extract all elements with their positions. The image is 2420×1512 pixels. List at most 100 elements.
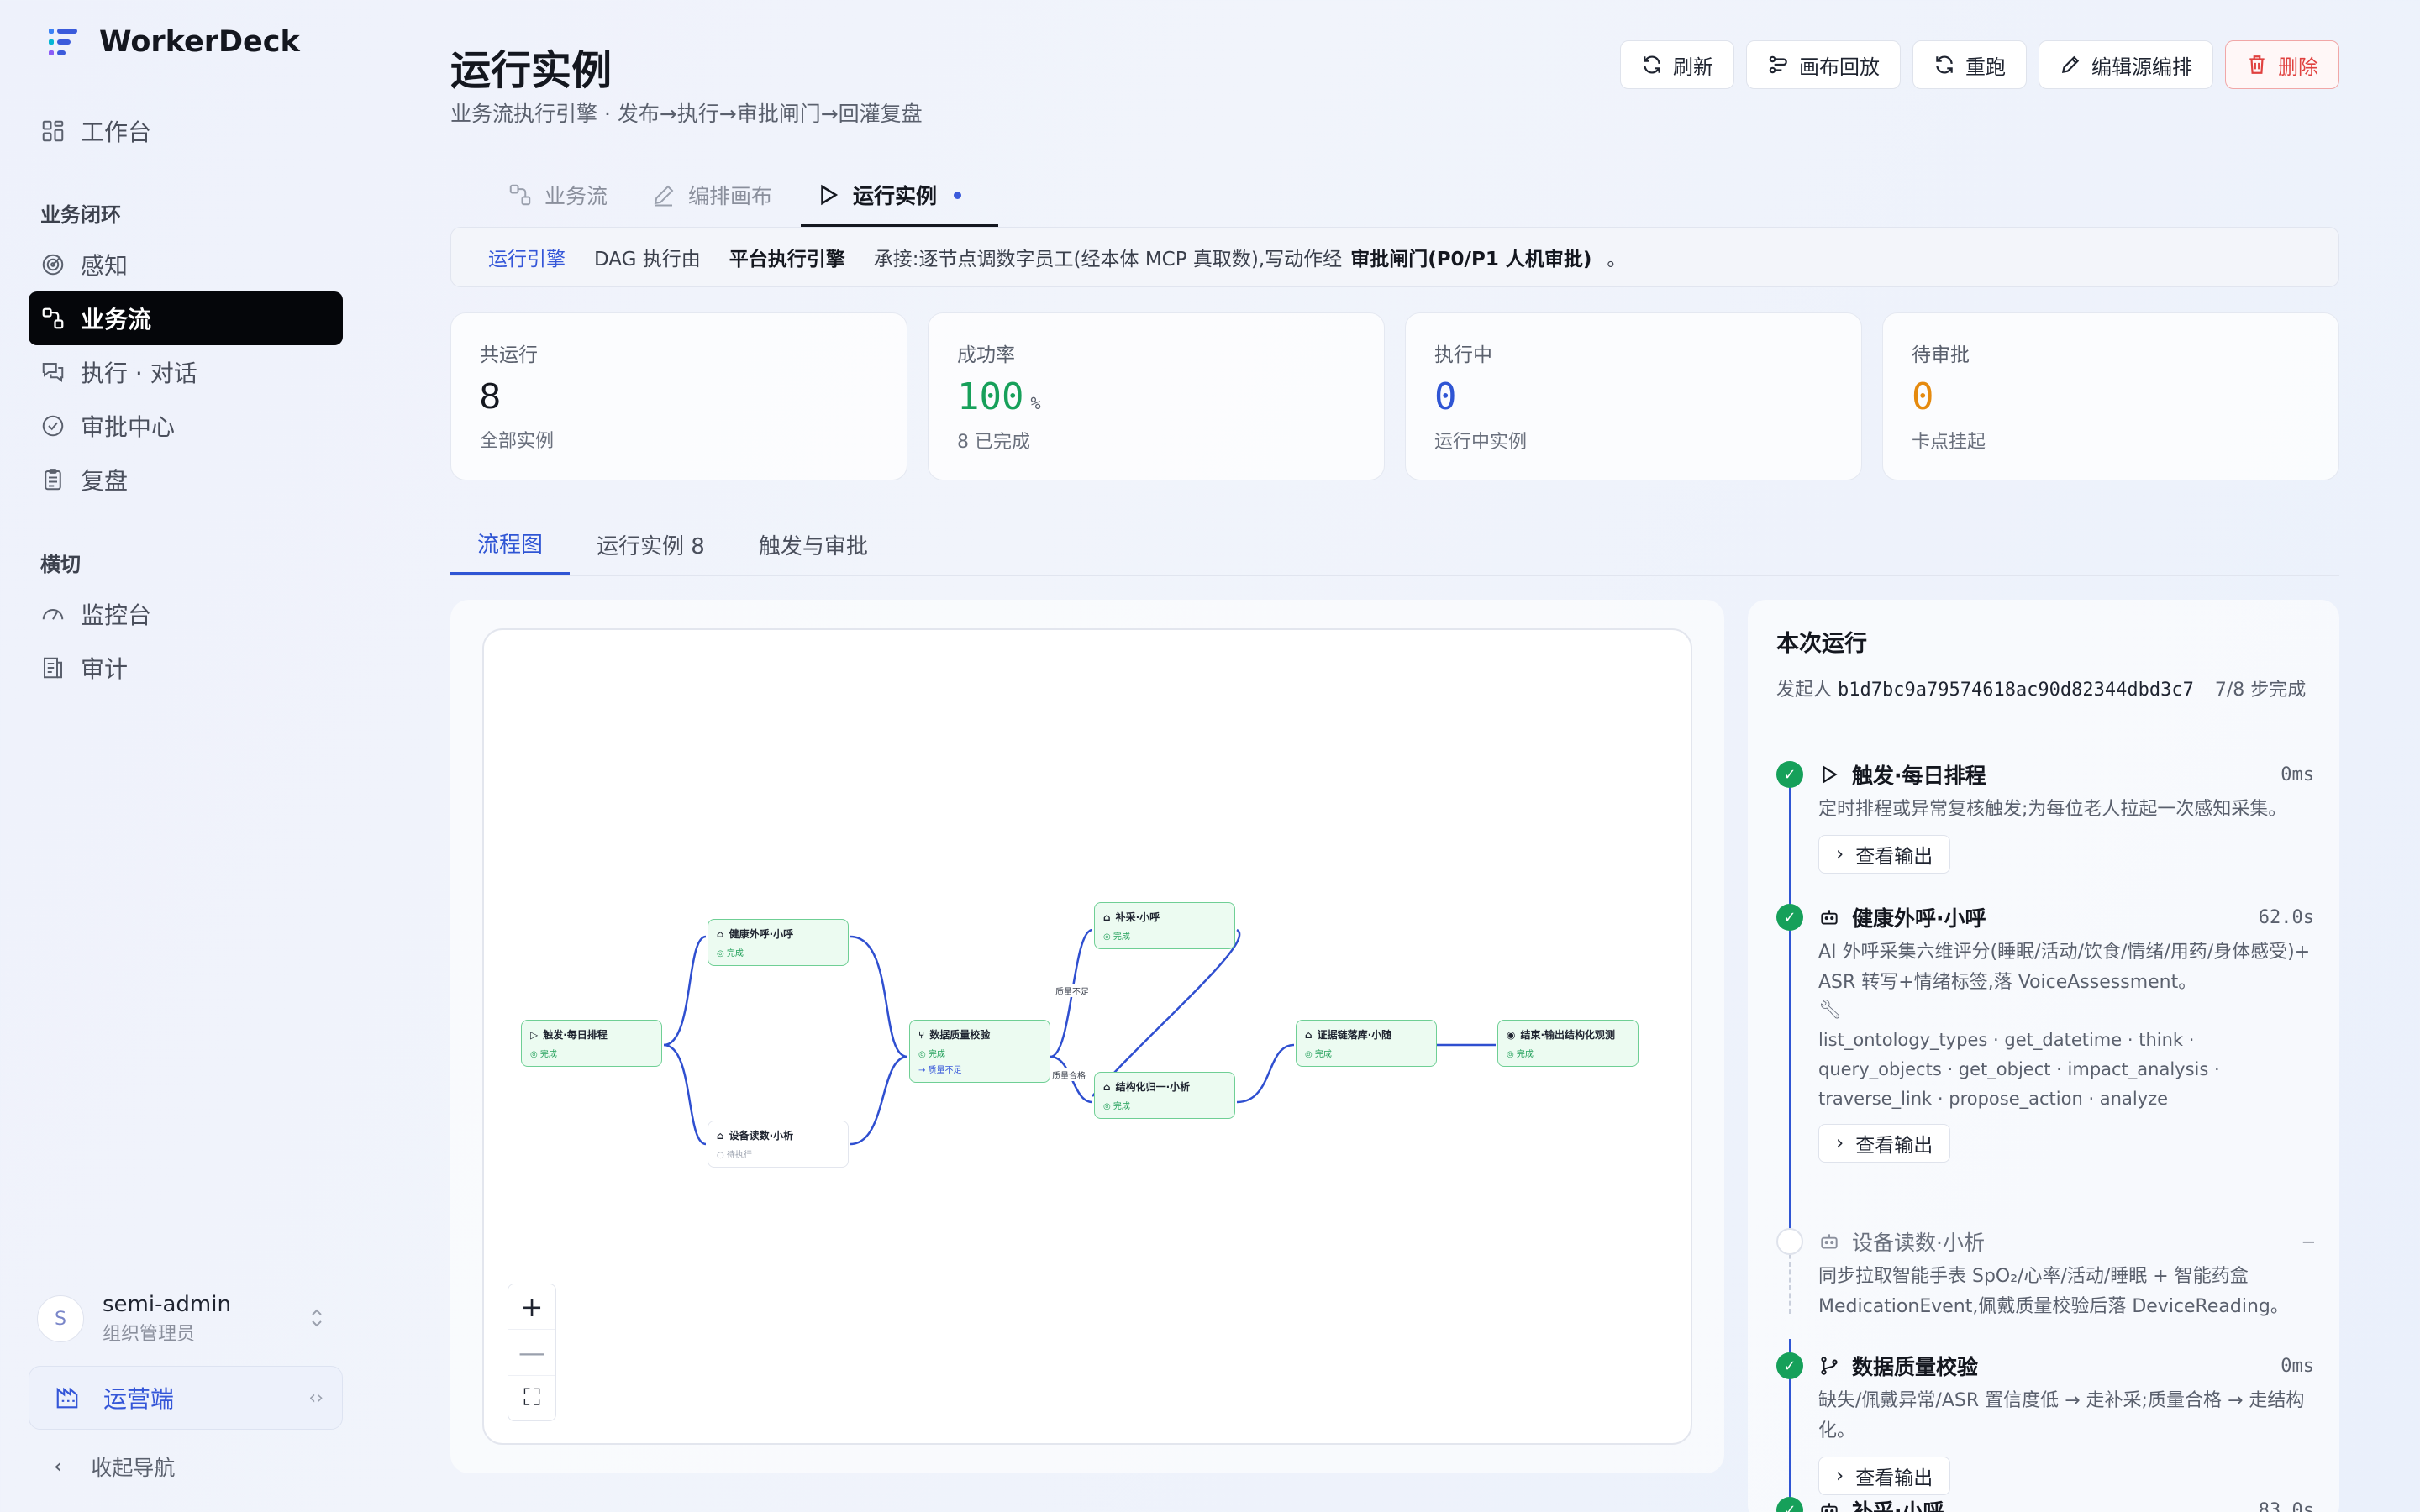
stat-value: 8 [480,375,878,417]
banner-bold-1: 平台执行引擎 [729,249,845,270]
nav-workbench[interactable]: 工作台 [29,104,343,158]
play-icon [1823,765,1838,784]
run-title: 本次运行 [1776,631,1867,657]
nav-business-flow[interactable]: 业务流 [29,291,343,345]
banner-text-1: DAG 执行由 [594,249,701,270]
node-title: ▷ 触发·每日排程 [530,1027,653,1042]
step-name: 健康外呼·小呼 [1852,906,1986,931]
node-title: ⌂ 结构化归一·小析 [1103,1079,1226,1094]
step-duration: 0ms [2281,1355,2314,1377]
top-tabs: 业务流 编排画布 运行实例 [501,165,999,227]
user-menu[interactable]: S semi-admin 组织管理员 [29,1285,343,1352]
flow-node-normalize[interactable]: ⌂ 结构化归一·小析 ◎ 完成 [1094,1072,1235,1119]
node-status-text: 完成 [928,1050,945,1059]
fit-view-button[interactable]: ⛶ [508,1376,555,1420]
nav-review[interactable]: 复盘 [29,453,343,507]
flow-node-quality-check[interactable]: ⑂ 数据质量校验 ◎ 完成 → 质量不足 [909,1020,1050,1083]
tab-canvas-label: 编排画布 [688,184,773,208]
node-title: ⑂ 数据质量校验 [918,1027,1041,1042]
tab-run-list[interactable]: 运行实例 8 [570,514,732,575]
stat-label: 共运行 [480,344,538,366]
nav-execution-chat[interactable]: 执行 · 对话 [29,345,343,399]
edge-call-check [850,935,908,1058]
run-meta: 发起人 b1d7bc9a79574618ac90d82344dbd3c7 7/8… [1776,675,2311,701]
node-title-text: 健康外呼·小呼 [729,928,794,940]
tab-business-flow[interactable]: 业务流 [501,165,644,225]
page-title: 运行实例 [450,47,613,94]
nav-monitor[interactable]: 监控台 [29,587,343,641]
stat-success-rate: 成功率 100% 8 已完成 [928,312,1385,480]
stat-value: 0 [1434,375,1833,418]
zoom-controls: + — ⛶ [508,1284,556,1421]
nav-audit-label: 审计 [81,655,129,683]
nav-audit[interactable]: 审计 [29,641,343,695]
radar-icon [42,254,64,276]
step-item: ✓ 触发·每日排程 0ms 定时排程或异常复核触发;为每位老人拉起一次感知采集。… [1776,759,2314,874]
ops-console-label: 运营端 [103,1385,175,1413]
edit-source-button[interactable]: 编辑源编排 [2039,40,2213,89]
flow-canvas[interactable]: 质量不足 质量合格 ▷ 触发·每日排程 ◎ 完成 ⌂ 健康外呼·小呼 ◎ 完成 ⌂ 设… [482,628,1692,1445]
nav-approval-center-label: 审批中心 [81,413,176,441]
stat-pending-approval: 待审批 0 卡点挂起 [1882,312,2339,480]
tab-canvas[interactable]: 编排画布 [644,165,809,225]
tab-run-instances[interactable]: 运行实例 [801,165,999,227]
wrench-icon: 🔧︎ [1818,1000,1842,1021]
robot-icon [1821,1234,1838,1249]
check-circle-icon [42,415,64,437]
check-icon: ✓ [1776,1352,1803,1379]
tab-trigger-approval[interactable]: 触发与审批 [732,514,895,575]
flow-node-health-call[interactable]: ⌂ 健康外呼·小呼 ◎ 完成 [708,919,849,966]
robot-icon: ⌂ [717,1129,724,1142]
rerun-button[interactable]: 重跑 [1912,40,2027,89]
nav-approval-center[interactable]: 审批中心 [29,399,343,453]
stat-value: 0 [1912,375,2310,418]
node-branch: → 质量不足 [918,1066,962,1075]
refresh-button[interactable]: 刷新 [1620,40,1734,89]
view-output-button[interactable]: › 查看输出 [1818,1457,1951,1495]
node-status-text: 完成 [1314,1050,1332,1059]
collapse-nav-button[interactable]: ‹ 收起导航 [54,1452,175,1482]
sub-tabs: 流程图 运行实例 8 触发与审批 [450,514,2339,576]
factory-icon [56,1387,78,1409]
node-status-text: 完成 [1113,932,1130,942]
step-duration: – [2302,1231,2314,1252]
page-subtitle: 业务流执行引擎 · 发布→执行→审批闸门→回灌复盘 [450,102,923,126]
flow-node-evidence[interactable]: ⌂ 证据链落库·小随 ◎ 完成 [1296,1020,1437,1067]
zoom-out-button[interactable]: — [508,1330,555,1376]
stat-total-runs: 共运行 8 全部实例 [450,312,908,480]
flow-node-recollect[interactable]: ⌂ 补采·小呼 ◎ 完成 [1094,902,1235,949]
play-icon [821,184,839,206]
view-output-button[interactable]: › 查看输出 [1818,835,1951,874]
tab-flowchart[interactable]: 流程图 [450,514,571,575]
delete-button[interactable]: 删除 [2225,40,2339,89]
ops-console-switch[interactable]: 运营端 ‹› [29,1366,343,1430]
nav-sensing[interactable]: 感知 [29,238,343,291]
trash-icon [2249,55,2265,74]
chevron-left-icon: ‹ [54,1454,63,1479]
view-output-button[interactable]: › 查看输出 [1818,1124,1951,1163]
stat-number: 0 [1434,375,1457,418]
canvas-replay-button[interactable]: 画布回放 [1746,40,1901,89]
nav-section-loop: 业务闭环 [40,203,121,227]
gauge-icon [42,609,64,620]
step-head: 健康外呼·小呼 62.0s [1818,902,2314,932]
clipboard-icon [45,469,61,491]
zoom-in-button[interactable]: + [508,1284,555,1331]
node-title: ◉ 结束·输出结构化观测 [1507,1027,1629,1042]
brand[interactable]: WorkerDeck [47,25,300,59]
header-actions: 刷新 画布回放 重跑 编辑源编排 删除 [1620,40,2339,89]
flow-node-end[interactable]: ◉ 结束·输出结构化观测 ◎ 完成 [1497,1020,1639,1067]
stat-running: 执行中 0 运行中实例 [1405,312,1862,480]
pencil-icon [654,185,674,207]
node-title-text: 结束·输出结构化观测 [1520,1029,1616,1041]
banner-bold-2: 审批闸门(P0/P1 人机审批) [1350,249,1592,270]
refresh-label: 刷新 [1673,55,1713,79]
flow-node-device-reading[interactable]: ⌂ 设备读数·小析 ○ 待执行 [708,1121,849,1168]
edge-device-check [850,1055,908,1146]
edge-label-pass: 质量合格 [1052,1068,1086,1081]
node-status: ◎ 完成 [530,1050,557,1059]
flow-node-trigger[interactable]: ▷ 触发·每日排程 ◎ 完成 [521,1020,662,1067]
robot-icon: ⌂ [717,927,724,940]
step-item: ✓ 健康外呼·小呼 62.0s AI 外呼采集六维评分(睡眠/活动/饮食/情绪/… [1776,902,2314,1163]
node-title: ⌂ 补采·小呼 [1103,910,1226,924]
